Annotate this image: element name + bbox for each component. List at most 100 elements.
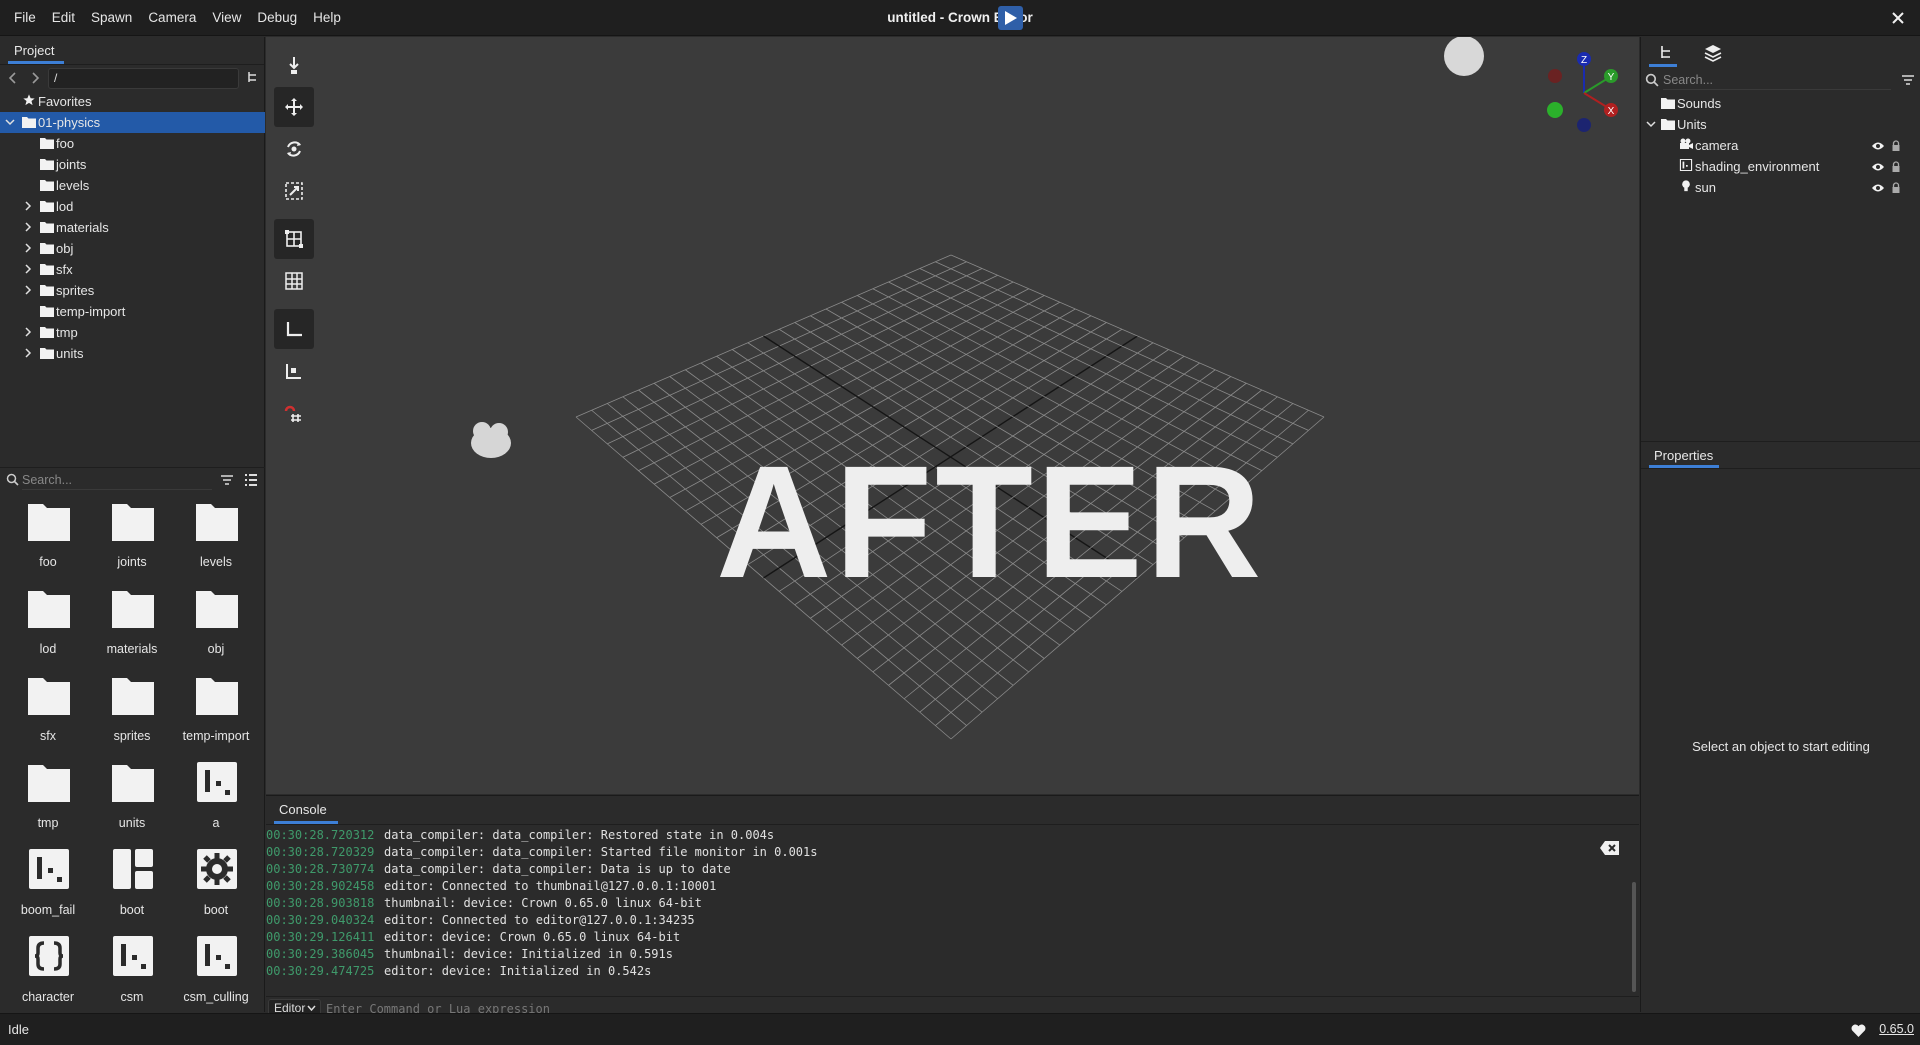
chevron-down-icon[interactable] <box>1646 119 1656 129</box>
tree-item-units[interactable]: units <box>0 343 265 364</box>
browser-item[interactable]: sprites <box>90 669 174 753</box>
run-game-button[interactable] <box>998 6 1023 30</box>
version-link[interactable]: 0.65.0 <box>1879 1022 1914 1036</box>
tree-item-joints[interactable]: joints <box>0 154 265 175</box>
tree-item-sprites[interactable]: sprites <box>0 280 265 301</box>
local-axes-button[interactable] <box>274 309 314 349</box>
console-log: 00:30:28.720312 data_compiler: data_compi… <box>266 827 1626 980</box>
browser-item[interactable]: obj <box>174 582 258 666</box>
menu-camera[interactable]: Camera <box>140 0 204 36</box>
chevron-down-icon[interactable] <box>5 117 15 127</box>
level-item-camera[interactable]: camera <box>1641 135 1920 156</box>
console-message: editor: device: Initialized in 0.542s <box>384 964 652 978</box>
tab-project[interactable]: Project <box>14 43 54 58</box>
back-arrow-icon[interactable] <box>6 71 20 85</box>
chevron-right-icon[interactable] <box>23 243 33 253</box>
sun-gizmo-icon[interactable] <box>1444 37 1484 76</box>
list-view-icon[interactable] <box>244 473 258 487</box>
tree-item-01-physics[interactable]: 01-physics <box>0 112 265 133</box>
console-scrollbar[interactable] <box>1632 882 1636 992</box>
browser-item[interactable]: joints <box>90 495 174 579</box>
browser-item[interactable]: a <box>174 756 258 840</box>
browser-item[interactable]: boot <box>174 843 258 927</box>
eye-icon[interactable] <box>1871 141 1885 151</box>
browser-item[interactable]: levels <box>174 495 258 579</box>
tree-hierarchy-icon[interactable] <box>1656 43 1678 63</box>
level-item-sun[interactable]: sun <box>1641 177 1920 198</box>
chevron-right-icon[interactable] <box>23 285 33 295</box>
camera-gizmo-icon[interactable] <box>471 422 511 458</box>
snap-axes-button[interactable] <box>274 351 314 391</box>
tree-item-temp-import[interactable]: temp-import <box>0 301 265 322</box>
magnet-snap-button[interactable] <box>274 393 314 433</box>
tree-view-icon[interactable] <box>246 70 260 84</box>
level-item-shading-environment[interactable]: shading_environment <box>1641 156 1920 177</box>
project-path-field[interactable]: / <box>48 68 239 89</box>
chevron-right-icon[interactable] <box>23 327 33 337</box>
tree-item-obj[interactable]: obj <box>0 238 265 259</box>
gizmo-neg-x[interactable] <box>1548 69 1562 83</box>
tree-item-levels[interactable]: levels <box>0 175 265 196</box>
forward-arrow-icon[interactable] <box>28 71 42 85</box>
gizmo-neg-z[interactable] <box>1577 118 1591 132</box>
sort-icon[interactable] <box>220 473 234 487</box>
browser-item-label: csm_culling <box>183 990 249 1004</box>
browser-item[interactable]: foo <box>6 495 90 579</box>
lock-icon[interactable] <box>1891 161 1901 173</box>
console-line: 00:30:28.720312 data_compiler: data_compi… <box>266 827 1626 844</box>
world-snap-button[interactable] <box>274 219 314 259</box>
move-tool-button[interactable] <box>274 87 314 127</box>
level-item-sounds[interactable]: Sounds <box>1641 93 1920 114</box>
orientation-gizmo[interactable]: Z Y X <box>1547 52 1618 132</box>
eye-icon[interactable] <box>1871 183 1885 193</box>
lock-icon[interactable] <box>1891 182 1901 194</box>
browser-item[interactable]: temp-import <box>174 669 258 753</box>
menu-help[interactable]: Help <box>305 0 349 36</box>
gizmo-neg-y[interactable] <box>1547 102 1563 118</box>
rotate-tool-button[interactable] <box>274 129 314 169</box>
console-message: editor: device: Crown 0.65.0 linux 64-bi… <box>384 930 681 944</box>
browser-search-input[interactable] <box>22 470 212 490</box>
close-icon[interactable] <box>1890 10 1906 26</box>
chevron-right-icon[interactable] <box>23 264 33 274</box>
tab-properties[interactable]: Properties <box>1654 448 1713 463</box>
clear-console-icon[interactable] <box>1599 839 1621 857</box>
browser-item[interactable]: csm_culling <box>174 930 258 1014</box>
chevron-right-icon[interactable] <box>23 201 33 211</box>
tree-item-sfx[interactable]: sfx <box>0 259 265 280</box>
lock-icon[interactable] <box>1891 140 1901 152</box>
browser-item[interactable]: materials <box>90 582 174 666</box>
browser-item[interactable]: csm <box>90 930 174 1014</box>
tab-console[interactable]: Console <box>279 802 327 817</box>
tree-item-materials[interactable]: materials <box>0 217 265 238</box>
level-item-units[interactable]: Units <box>1641 114 1920 135</box>
browser-item[interactable]: tmp <box>6 756 90 840</box>
chevron-right-icon[interactable] <box>23 348 33 358</box>
tree-item-favorites[interactable]: Favorites <box>0 91 265 112</box>
chevron-right-icon[interactable] <box>23 222 33 232</box>
eye-icon[interactable] <box>1871 162 1885 172</box>
layers-icon[interactable] <box>1702 43 1724 63</box>
grid-toggle-button[interactable] <box>274 261 314 301</box>
browser-item[interactable]: lod <box>6 582 90 666</box>
menu-spawn[interactable]: Spawn <box>83 0 140 36</box>
filter-icon[interactable] <box>1901 73 1915 87</box>
level-viewport[interactable]: Z Y X AFTER <box>266 37 1639 794</box>
tree-item-lod[interactable]: lod <box>0 196 265 217</box>
tree-item-foo[interactable]: foo <box>0 133 265 154</box>
browser-item[interactable]: sfx <box>6 669 90 753</box>
scale-tool-button[interactable] <box>274 171 314 211</box>
browser-item[interactable]: units <box>90 756 174 840</box>
menu-debug[interactable]: Debug <box>249 0 305 36</box>
level-tree-search-input[interactable] <box>1663 70 1891 90</box>
tree-item-tmp[interactable]: tmp <box>0 322 265 343</box>
level-tree: Sounds Units camera shading_environment sun <box>1641 93 1920 198</box>
menu-view[interactable]: View <box>204 0 249 36</box>
browser-item[interactable]: character <box>6 930 90 1014</box>
heart-icon[interactable] <box>1851 1024 1866 1037</box>
browser-item[interactable]: boot <box>90 843 174 927</box>
menu-edit[interactable]: Edit <box>44 0 83 36</box>
browser-item[interactable]: boom_fail <box>6 843 90 927</box>
place-tool-button[interactable] <box>274 45 314 85</box>
menu-file[interactable]: File <box>6 0 44 36</box>
